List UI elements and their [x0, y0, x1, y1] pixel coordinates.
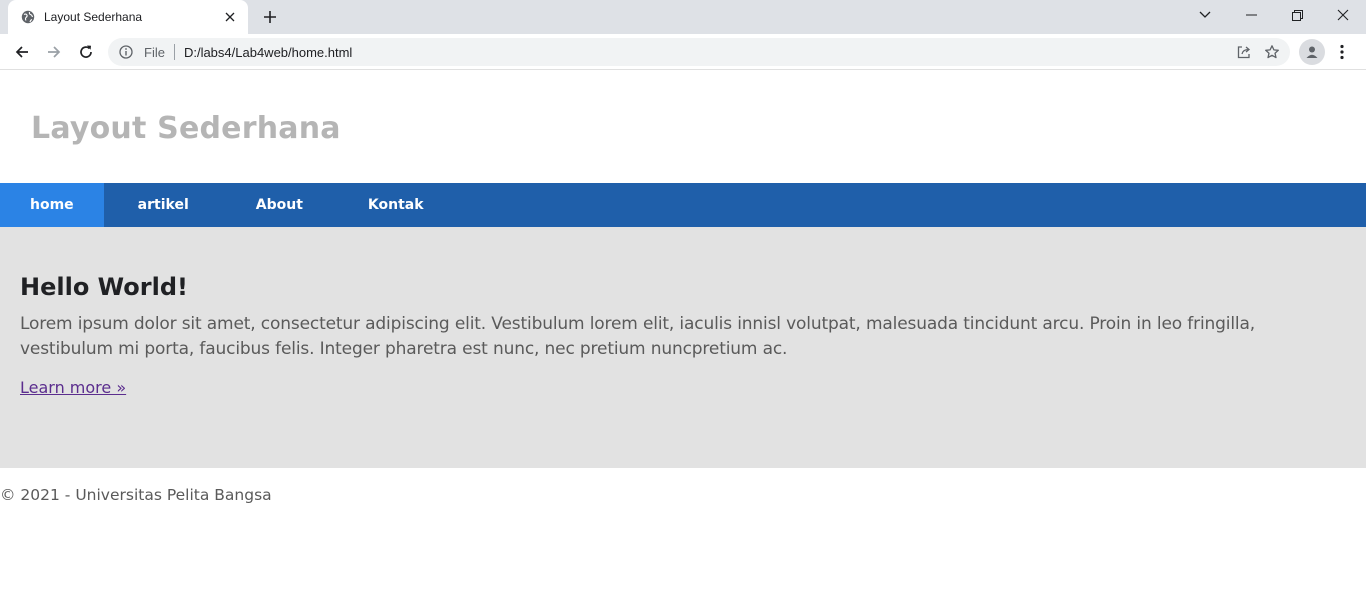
- globe-icon: [20, 9, 36, 25]
- footer-copyright: © 2021 - Universitas Pelita Bangsa: [0, 486, 272, 504]
- reload-button[interactable]: [72, 38, 100, 66]
- hero-paragraph: Lorem ipsum dolor sit amet, consectetur …: [20, 314, 1256, 359]
- restore-button[interactable]: [1274, 0, 1320, 30]
- close-tab-icon[interactable]: [222, 9, 238, 25]
- address-bar[interactable]: File D:/labs4/Lab4web/home.html: [108, 38, 1290, 66]
- hero-section: Hello World! Lorem ipsum dolor sit amet,…: [0, 227, 1366, 468]
- web-page: Layout Sederhana home artikel About Kont…: [0, 71, 1366, 589]
- back-button[interactable]: [8, 38, 36, 66]
- learn-more-link[interactable]: Learn more »: [20, 378, 126, 397]
- profile-avatar-icon[interactable]: [1299, 39, 1325, 65]
- main-nav: home artikel About Kontak: [0, 183, 1366, 227]
- bookmark-star-icon[interactable]: [1258, 38, 1286, 66]
- browser-toolbar: File D:/labs4/Lab4web/home.html: [0, 34, 1366, 70]
- browser-tab-active[interactable]: Layout Sederhana: [8, 0, 248, 34]
- minimize-button[interactable]: [1228, 0, 1274, 30]
- nav-kontak[interactable]: Kontak: [338, 183, 454, 227]
- tab-search-icon[interactable]: [1182, 0, 1228, 30]
- tab-title: Layout Sederhana: [44, 10, 143, 24]
- tab-strip: Layout Sederhana: [0, 0, 1366, 34]
- url-scheme-label: File: [144, 44, 165, 60]
- site-footer: © 2021 - Universitas Pelita Bangsa: [0, 468, 1366, 504]
- forward-button[interactable]: [40, 38, 68, 66]
- omnibox-divider: [173, 44, 175, 60]
- share-icon[interactable]: [1230, 38, 1258, 66]
- more-menu-icon[interactable]: [1332, 38, 1352, 66]
- close-window-button[interactable]: [1320, 0, 1366, 30]
- hero-heading: Hello World!: [20, 273, 188, 301]
- nav-about[interactable]: About: [221, 183, 338, 227]
- site-header: Layout Sederhana: [0, 71, 1366, 183]
- url-text[interactable]: D:/labs4/Lab4web/home.html: [184, 45, 1230, 60]
- info-icon[interactable]: [118, 44, 134, 60]
- nav-artikel[interactable]: artikel: [104, 183, 221, 227]
- new-tab-button[interactable]: [258, 6, 282, 28]
- site-title: Layout Sederhana: [31, 110, 341, 146]
- nav-home[interactable]: home: [0, 183, 104, 227]
